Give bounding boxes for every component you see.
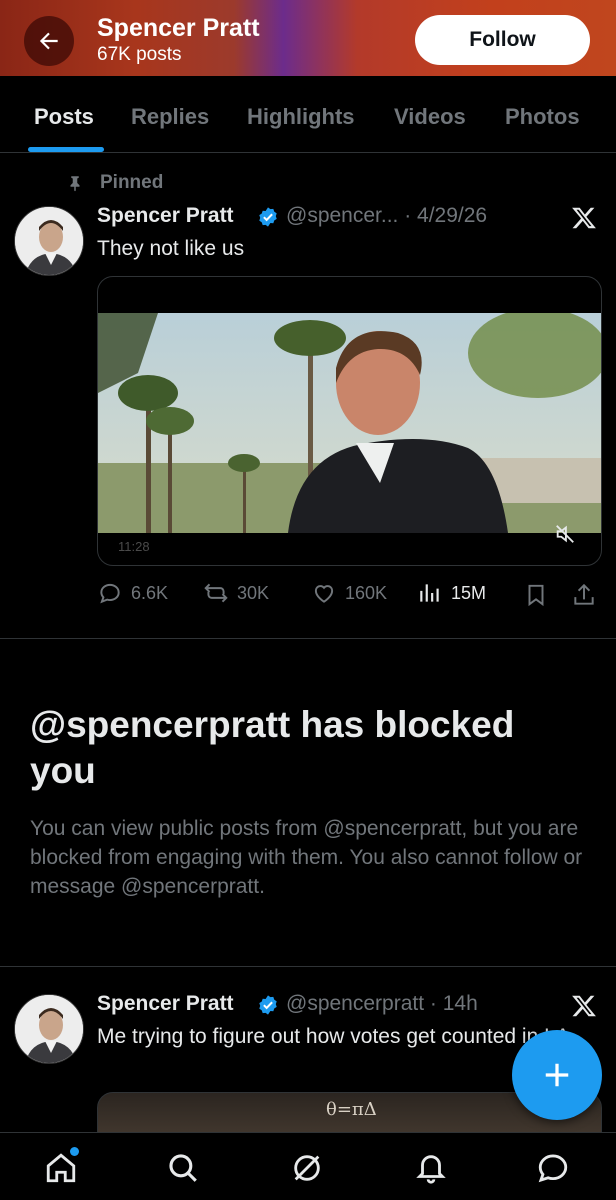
repost-icon (204, 583, 228, 603)
post-actions: 6.6K 30K 160K 15M (97, 580, 607, 610)
compose-plus-icon (545, 1063, 569, 1087)
views-count: 15M (451, 582, 487, 603)
post-author-name[interactable]: Spencer Pratt (97, 204, 234, 228)
notifications-icon[interactable] (414, 1151, 448, 1185)
mute-icon[interactable] (554, 523, 576, 545)
profile-tabs: Posts Replies Highlights Videos Photos (0, 76, 616, 153)
post-text: They not like us (97, 237, 245, 260)
reply-button[interactable]: 6.6K (97, 580, 168, 606)
post-handle-date: @spencerpratt · 14h (286, 992, 478, 1015)
pin-icon (70, 176, 80, 192)
verified-badge-icon (259, 207, 277, 227)
follow-button[interactable]: Follow (415, 15, 590, 65)
share-icon[interactable] (571, 582, 597, 608)
blocked-title: @spencerpratt has blocked you (30, 704, 515, 791)
reply-icon (100, 583, 120, 604)
profile-header: Spencer Pratt 67K posts Follow (0, 0, 616, 76)
post-handle-date: @spencer... · 4/29/26 (286, 204, 488, 227)
section-divider (0, 966, 616, 967)
x-logo-icon[interactable] (571, 993, 597, 1019)
video-thumbnail[interactable] (98, 313, 601, 533)
verified-badge-icon (259, 995, 277, 1015)
tab-posts[interactable]: Posts (34, 104, 94, 130)
header-profile-name: Spencer Pratt (97, 14, 260, 42)
tab-replies[interactable]: Replies (131, 104, 209, 130)
repost-count: 30K (237, 582, 270, 603)
tab-photos[interactable]: Photos (505, 104, 580, 130)
avatar[interactable] (14, 994, 84, 1064)
video-card[interactable]: 11:28 (97, 276, 602, 566)
pinned-indicator: Pinned (66, 172, 163, 194)
search-icon[interactable] (166, 1151, 200, 1185)
chalkboard-text: θ=πΔ (326, 1099, 377, 1120)
back-arrow-icon (39, 32, 58, 50)
bookmark-icon[interactable] (523, 582, 549, 608)
like-count: 160K (345, 582, 388, 603)
x-logo-icon[interactable] (571, 205, 597, 231)
notification-dot (70, 1147, 79, 1156)
like-icon (314, 585, 334, 603)
post-author-name[interactable]: Spencer Pratt (97, 992, 234, 1016)
compose-button[interactable] (512, 1030, 602, 1120)
messages-icon[interactable] (536, 1151, 570, 1185)
like-button[interactable]: 160K (311, 580, 387, 606)
pinned-label: Pinned (100, 172, 164, 193)
avatar[interactable] (14, 206, 84, 276)
repost-button[interactable]: 30K (203, 580, 269, 606)
tab-highlights[interactable]: Highlights (247, 104, 355, 130)
header-post-count: 67K posts (97, 44, 182, 65)
blocked-description: You can view public posts from @spencerp… (30, 817, 583, 898)
grok-icon[interactable] (290, 1151, 324, 1185)
active-tab-indicator (28, 147, 104, 152)
back-button[interactable] (24, 16, 74, 66)
video-timestamp: 11:28 (118, 539, 150, 554)
post-divider (0, 638, 616, 639)
home-icon[interactable] (44, 1151, 78, 1185)
views-button[interactable]: 15M (417, 580, 486, 606)
reply-count: 6.6K (131, 582, 169, 603)
views-icon (420, 584, 439, 602)
bottom-navigation (0, 1132, 616, 1200)
tab-videos[interactable]: Videos (394, 104, 466, 130)
